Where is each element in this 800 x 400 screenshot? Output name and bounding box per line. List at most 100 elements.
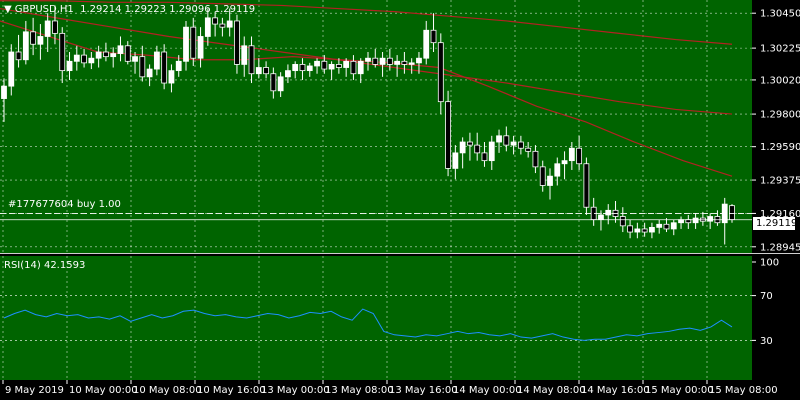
candle-body <box>583 163 590 208</box>
candle-body <box>510 141 517 146</box>
candle-body <box>321 60 328 70</box>
price-chart-pane[interactable]: ▼ GBPUSD,H1 1.29214 1.29223 1.29096 1.291… <box>0 0 752 253</box>
candle-body <box>255 67 262 75</box>
candle-body <box>335 64 342 68</box>
candle-body <box>365 57 371 62</box>
candle-body <box>496 135 502 143</box>
candle-body <box>656 223 663 228</box>
candle-body <box>707 216 714 222</box>
candle-body <box>423 29 430 59</box>
candle-body <box>459 141 466 154</box>
candle-body <box>372 57 379 65</box>
candle-body <box>204 17 211 37</box>
rsi-tick-label: 100 <box>760 258 779 269</box>
price-tick-label: 1.29375 <box>760 176 800 187</box>
time-tick-label: 10 May 00:00 <box>69 385 138 396</box>
candle-body <box>22 31 29 61</box>
candle-body <box>117 45 124 54</box>
candle-body <box>219 23 226 28</box>
candle-body <box>248 45 255 75</box>
candle-body <box>437 42 444 103</box>
candle-body <box>379 57 386 65</box>
candle-body <box>314 60 320 67</box>
time-tick-label: 14 May 08:00 <box>517 385 586 396</box>
candle-body <box>234 20 240 65</box>
candle-body <box>212 17 219 25</box>
price-chart-svg[interactable] <box>0 0 752 253</box>
time-tick-label: 9 May 2019 <box>5 385 64 396</box>
candle-body <box>634 228 641 233</box>
candle-body <box>357 60 364 75</box>
candle-body <box>539 166 546 186</box>
candle-body <box>343 60 350 68</box>
candle-body <box>226 20 233 28</box>
candle-body <box>30 31 37 45</box>
rsi-tick-label: 30 <box>760 336 773 347</box>
price-axis[interactable]: 1.30450 1.30225 1.30020 1.29800 1.29590 1.293… <box>752 0 800 253</box>
candle-body <box>481 152 488 162</box>
candle-body <box>168 70 175 84</box>
candle-body <box>401 60 408 65</box>
candle-body <box>124 45 131 62</box>
candle-body <box>306 65 313 72</box>
candle-body <box>15 51 22 61</box>
candle-body <box>452 152 459 169</box>
time-tick-label: 15 May 00:00 <box>645 385 714 396</box>
candle-body <box>517 141 524 149</box>
candle-body <box>197 36 204 59</box>
candle-body <box>139 56 146 78</box>
candle-body <box>183 26 189 62</box>
time-axis[interactable]: 9 May 2019 10 May 00:00 10 May 08:00 10 May… <box>0 380 800 400</box>
candle-body <box>350 60 357 75</box>
candle-body <box>277 76 284 92</box>
rsi-chart-svg[interactable] <box>0 256 752 380</box>
rsi-tick-label: 70 <box>760 291 773 302</box>
rsi-pane[interactable]: RSI(14) 42.1593 <box>0 256 752 380</box>
candle-body <box>430 29 437 44</box>
candle-body <box>670 222 677 230</box>
rsi-line <box>3 308 733 341</box>
candle-body <box>44 20 51 37</box>
time-tick-label: 13 May 08:00 <box>325 385 394 396</box>
candle-body <box>59 32 66 72</box>
candle-body <box>299 64 306 72</box>
candle-body <box>270 73 277 92</box>
moving-average-line <box>0 20 733 177</box>
order-line-label[interactable]: #177677604 buy 1.00 <box>8 199 121 210</box>
candle-body <box>103 51 109 58</box>
candle-body <box>394 60 401 65</box>
candle-body <box>285 70 291 78</box>
candle-body <box>132 56 138 62</box>
candle-body <box>474 144 481 154</box>
candle-body <box>1 85 7 99</box>
current-price-tag: 1.29119 <box>753 217 797 230</box>
candle-body <box>641 228 648 233</box>
candle-body <box>408 62 415 65</box>
candle-body <box>649 226 655 233</box>
candle-body <box>66 60 73 72</box>
candle-body <box>386 57 393 65</box>
time-tick-label: 13 May 00:00 <box>261 385 330 396</box>
candle-body <box>627 225 633 233</box>
candle-body <box>488 141 495 162</box>
candle-body <box>525 147 532 152</box>
candle-body <box>503 135 510 146</box>
candle-body <box>598 214 604 221</box>
candle-body <box>663 223 670 230</box>
candle-body <box>692 217 699 224</box>
candle-body <box>467 141 473 146</box>
candle-body <box>88 57 95 64</box>
candle-body <box>445 101 451 169</box>
rsi-axis: 100 70 30 <box>752 258 779 347</box>
candle-body <box>95 51 102 59</box>
candle-body <box>37 36 44 45</box>
candle-body <box>153 51 160 70</box>
candle-body <box>110 53 117 58</box>
triangle-down-icon[interactable]: ▼ <box>4 4 12 15</box>
chart-header: ▼ GBPUSD,H1 1.29214 1.29223 1.29096 1.291… <box>4 4 255 15</box>
candle-body <box>554 163 561 177</box>
price-tick-label: 1.30225 <box>760 44 800 55</box>
candle-body <box>729 205 735 221</box>
candle-body <box>190 26 197 59</box>
time-axis-svg[interactable]: 9 May 2019 10 May 00:0010 May 08:0010 May… <box>0 380 800 400</box>
